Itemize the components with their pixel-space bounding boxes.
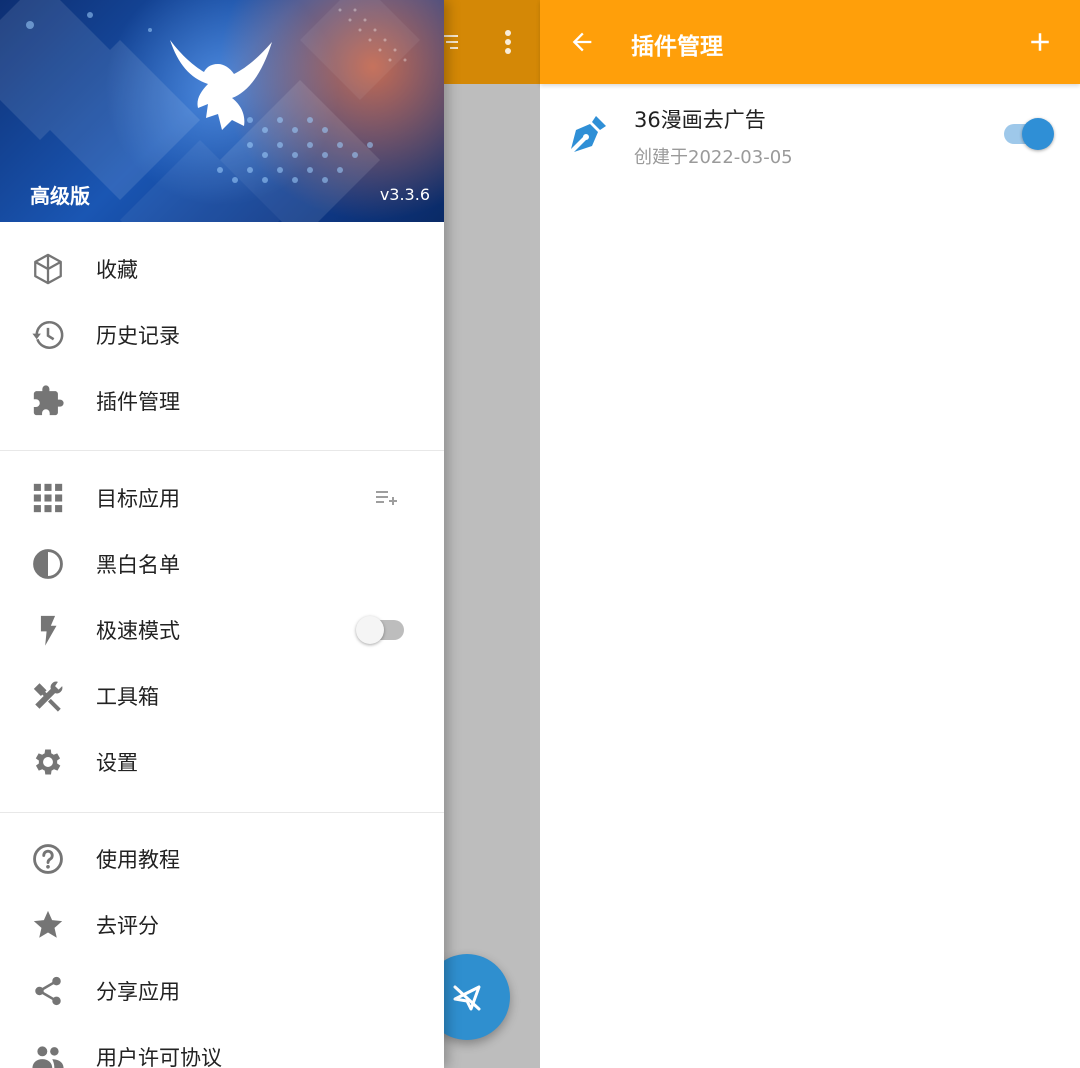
menu-label: 去评分 bbox=[96, 914, 159, 938]
menu-item-toolbox[interactable]: 工具箱 bbox=[0, 663, 444, 729]
menu-label: 历史记录 bbox=[96, 324, 180, 348]
menu-item-turbo-mode[interactable]: 极速模式 bbox=[0, 597, 444, 663]
menu-label: 使用教程 bbox=[96, 848, 180, 872]
contrast-icon bbox=[33, 549, 63, 579]
edition-label: 高级版 bbox=[30, 184, 90, 208]
drawer-header: 高级版 v3.3.6 bbox=[0, 0, 444, 222]
menu-item-plugin-management[interactable]: 插件管理 bbox=[0, 368, 444, 434]
menu-label: 用户许可协议 bbox=[96, 1046, 222, 1068]
menu-item-blacklist-whitelist[interactable]: 黑白名单 bbox=[0, 531, 444, 597]
menu-item-target-apps[interactable]: 目标应用 bbox=[0, 465, 444, 531]
divider bbox=[0, 450, 444, 451]
turbo-mode-toggle[interactable] bbox=[356, 616, 406, 644]
plugin-app-bar: 插件管理 bbox=[540, 0, 1080, 84]
puzzle-icon bbox=[33, 385, 64, 416]
plugin-name: 36漫画去广告 bbox=[634, 108, 766, 132]
playlist-add-icon[interactable] bbox=[374, 487, 398, 507]
toggle-thumb bbox=[1022, 118, 1054, 150]
menu-item-share-app[interactable]: 分享应用 bbox=[0, 958, 444, 1024]
menu-label: 黑白名单 bbox=[96, 553, 180, 577]
version-label: v3.3.6 bbox=[379, 185, 430, 204]
more-vert-icon[interactable] bbox=[496, 28, 520, 56]
star-icon bbox=[33, 910, 63, 938]
page-title: 插件管理 bbox=[631, 34, 723, 60]
eagle-logo bbox=[170, 40, 272, 130]
apps-grid-icon bbox=[33, 483, 63, 513]
share-icon bbox=[35, 976, 61, 1006]
menu-label: 目标应用 bbox=[96, 487, 180, 511]
menu-label: 分享应用 bbox=[96, 980, 180, 1004]
divider bbox=[0, 812, 444, 813]
menu-label: 极速模式 bbox=[96, 619, 180, 643]
plugin-created-date: 创建于2022-03-05 bbox=[634, 147, 793, 168]
pen-nib-icon bbox=[571, 116, 606, 152]
cube-icon bbox=[34, 253, 62, 285]
back-button[interactable] bbox=[562, 22, 602, 62]
menu-item-rate[interactable]: 去评分 bbox=[0, 892, 444, 958]
flash-icon bbox=[40, 615, 57, 646]
menu-item-history[interactable]: 历史记录 bbox=[0, 302, 444, 368]
add-icon bbox=[1031, 33, 1049, 51]
menu-item-settings[interactable]: 设置 bbox=[0, 729, 444, 795]
menu-item-tutorial[interactable]: 使用教程 bbox=[0, 826, 444, 892]
arrow-back-icon bbox=[572, 32, 592, 52]
history-icon bbox=[32, 320, 64, 349]
menu-label: 工具箱 bbox=[96, 685, 159, 709]
plugin-list-item[interactable]: 36漫画去广告 创建于2022-03-05 bbox=[540, 90, 1080, 180]
menu-label: 收藏 bbox=[96, 258, 138, 282]
send-off-icon bbox=[453, 985, 481, 1011]
plugin-management-screen: 插件管理 36漫画去广告 创建于2022-03-05 bbox=[540, 0, 1080, 1068]
add-plugin-button[interactable] bbox=[1020, 22, 1060, 62]
people-icon bbox=[32, 1046, 64, 1068]
menu-item-favorites[interactable]: 收藏 bbox=[0, 236, 444, 302]
help-icon bbox=[33, 844, 63, 874]
menu-label: 设置 bbox=[96, 751, 138, 775]
plugin-enable-toggle[interactable] bbox=[1002, 118, 1054, 150]
menu-label: 插件管理 bbox=[96, 390, 180, 414]
menu-item-license[interactable]: 用户许可协议 bbox=[0, 1024, 444, 1068]
tools-icon bbox=[33, 681, 63, 712]
toggle-thumb bbox=[356, 616, 384, 644]
navigation-drawer: 高级版 v3.3.6 收藏 历史记录 插件管理 目标应用 黑白名单 极速模式 工… bbox=[0, 0, 444, 1068]
gear-icon bbox=[35, 749, 61, 775]
